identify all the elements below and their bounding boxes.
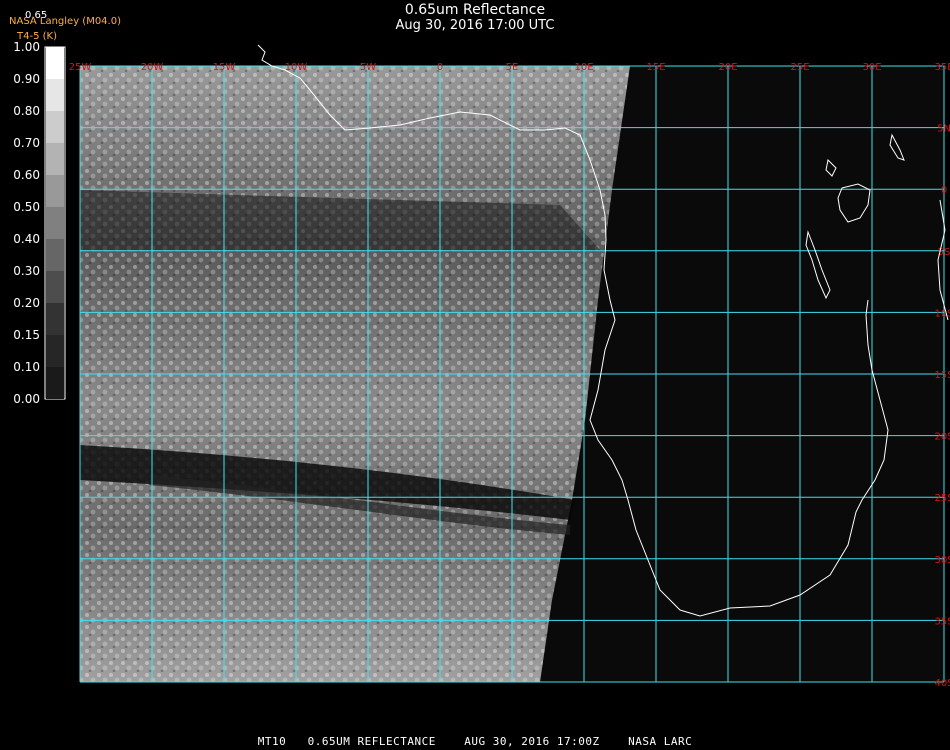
colorbar-tick-label: 1.00 <box>13 40 40 54</box>
longitude-label: 15W <box>213 62 236 73</box>
colorbar-step <box>46 303 64 335</box>
colorbar-tick-label: 0.80 <box>13 104 40 118</box>
colorbar: 1.00 0.90 0.80 0.70 0.60 0.50 0.40 0.30 0.20 0.15… <box>13 40 66 406</box>
latitude-label: 35S <box>934 616 950 627</box>
satellite-map: 1.00 0.90 0.80 0.70 0.60 0.50 0.40 0.30 0.20 0.15… <box>13 40 950 689</box>
colorbar-tick-label: 0.10 <box>13 360 40 374</box>
longitude-label: 20E <box>718 62 737 73</box>
longitude-label: 0 <box>437 62 443 73</box>
latitude-label: 0 <box>941 185 947 196</box>
colorbar-step <box>46 271 64 303</box>
colorbar-tick-label: 0.20 <box>13 296 40 310</box>
colorbar-step <box>46 143 64 175</box>
longitude-label: 5W <box>360 62 376 73</box>
colorbar-tick-label: 0.40 <box>13 232 40 246</box>
colorbar-step <box>46 111 64 143</box>
longitude-label: 10E <box>574 62 593 73</box>
colorbar-tick-label: 0.30 <box>13 264 40 278</box>
colorbar-tick-label: 0.15 <box>13 328 40 342</box>
map-footer: MT10 0.65UM REFLECTANCE AUG 30, 2016 17:… <box>257 735 693 748</box>
colorbar-step <box>46 367 64 399</box>
colorbar-step <box>46 239 64 271</box>
longitude-label: 25E <box>790 62 809 73</box>
colorbar-tick-label: 0.70 <box>13 136 40 150</box>
longitude-label: 5E <box>506 62 519 73</box>
longitude-label: 15E <box>646 62 665 73</box>
longitude-label: 30E <box>862 62 881 73</box>
colorbar-step <box>46 79 64 111</box>
latitude-label: 30S <box>934 555 950 566</box>
longitude-label: 20W <box>141 62 164 73</box>
colorbar-tick-label: 0.60 <box>13 168 40 182</box>
colorbar-step <box>46 207 64 239</box>
latitude-label: 15S <box>934 370 950 381</box>
latitude-label: 40S <box>934 678 950 689</box>
colorbar-tick-label: 0.90 <box>13 72 40 86</box>
latitude-label: 20S <box>934 432 950 443</box>
colorbar-step <box>46 47 64 79</box>
latitude-label: 5N <box>937 124 950 135</box>
colorbar-tick-label: 0.50 <box>13 200 40 214</box>
longitude-label: 25W <box>69 62 92 73</box>
colorbar-step <box>46 335 64 367</box>
colorbar-tick-label: 0.00 <box>13 392 40 406</box>
latitude-label: 25S <box>934 493 950 504</box>
longitude-label: 35E <box>934 62 950 73</box>
colorbar-step <box>46 175 64 207</box>
